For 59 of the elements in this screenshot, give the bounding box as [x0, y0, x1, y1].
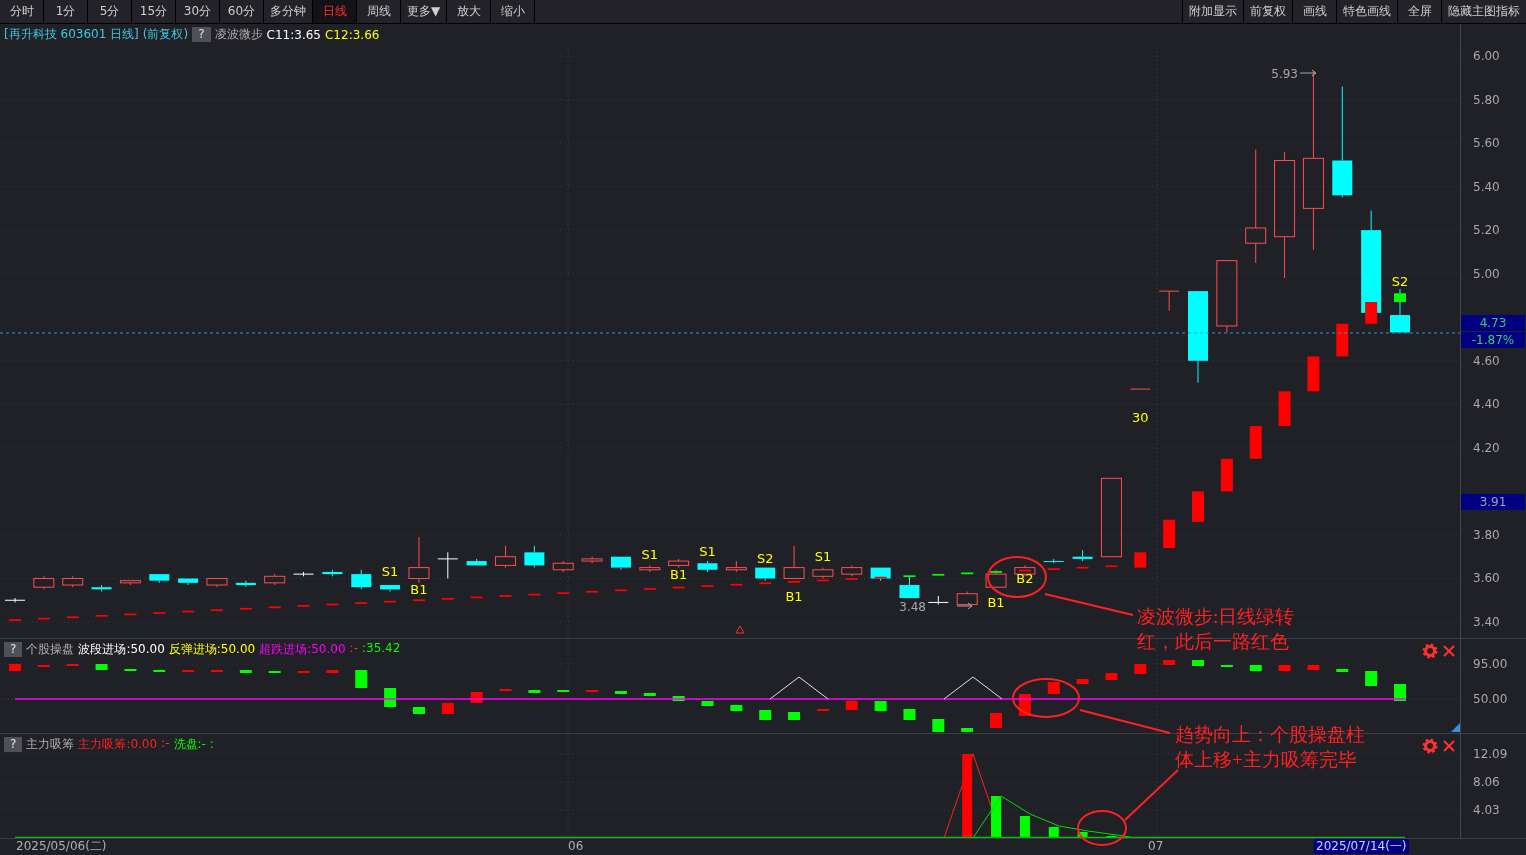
adjust-label: (前复权): [142, 26, 189, 43]
indicator-name: 个股操盘: [26, 641, 75, 658]
indicator-value: 波段进场:50.00: [78, 641, 165, 658]
high-price-label: 5.93: [1271, 67, 1298, 81]
indicator-value: C11:3.65: [266, 27, 321, 42]
axis-label: 3.60: [1473, 571, 1500, 586]
indicator-value: 反弹进场:50.00: [168, 641, 256, 658]
axis-label: 5.00: [1473, 266, 1500, 281]
signal-label: S1: [641, 547, 659, 562]
axis-label: 12.09: [1473, 746, 1508, 761]
date-label: 2025/05/06(二): [15, 839, 108, 854]
axis-label: 5.60: [1473, 136, 1500, 151]
indicator-value: C12:3.66: [325, 27, 380, 42]
axis-label: 4.20: [1473, 440, 1500, 455]
axis-label: 4.03: [1473, 803, 1500, 817]
signal-label: S1: [814, 549, 832, 564]
signal-label: B1: [987, 595, 1005, 610]
axis-label: 4.40: [1473, 397, 1500, 412]
low-price-label: 3.48: [899, 600, 926, 614]
signal-label: B2: [1016, 571, 1034, 586]
date-label: 2025/07/14(一): [1314, 839, 1409, 854]
signal-label: B1: [785, 589, 803, 604]
signal-label: S1: [381, 564, 399, 579]
date-label: 06: [567, 839, 585, 854]
signal-label: S2: [756, 551, 774, 566]
signal-label: B1: [670, 567, 688, 582]
date-label: 07: [1147, 839, 1165, 854]
change-tag: -1.87%: [1461, 332, 1525, 349]
signal-label: B1: [410, 582, 428, 597]
indicator-value: :35.42: [361, 641, 401, 657]
axis-label: 3.80: [1473, 527, 1500, 542]
help-button[interactable]: ?: [4, 737, 23, 752]
axis-label: 3.40: [1473, 615, 1500, 629]
indicator-value: 洗盘:- :: [173, 736, 214, 753]
axis-label: 4.60: [1473, 353, 1500, 368]
indicator-value: :-: [161, 736, 170, 752]
help-button[interactable]: ?: [4, 642, 23, 657]
annotation-text: 趋势向上：个股操盘柱体上移+主力吸筹完毕: [1175, 723, 1366, 772]
signal-label: S2: [1391, 274, 1409, 289]
help-button[interactable]: ?: [192, 27, 211, 42]
indicator-name: 凌波微步: [214, 26, 263, 43]
price-tag: 3.91: [1461, 494, 1525, 510]
annotation-text: 凌波微步:日线绿转红，此后一路红色: [1137, 605, 1296, 654]
period-tab[interactable]: 日线: [313, 0, 357, 23]
axis-label: 5.80: [1473, 92, 1500, 107]
price-tag: 4.73: [1461, 315, 1525, 332]
signal-label: S1: [699, 544, 716, 559]
indicator-value: 主力吸筹:0.00: [78, 736, 158, 753]
signal-label: 30: [1132, 410, 1149, 425]
axis-label: 50.00: [1473, 692, 1508, 706]
axis-label: 5.40: [1473, 179, 1500, 194]
axis-label: 5.20: [1473, 223, 1500, 238]
axis-label: 6.00: [1473, 49, 1500, 63]
axis-label: 8.06: [1473, 774, 1500, 789]
stock-title: [再升科技 603601 日线]: [4, 26, 139, 43]
axis-label: 95.00: [1473, 657, 1508, 671]
indicator-name: 主力吸筹: [26, 736, 75, 753]
indicator-value: :-: [349, 641, 358, 657]
indicator-value: 超跌进场:50.00: [259, 641, 346, 658]
